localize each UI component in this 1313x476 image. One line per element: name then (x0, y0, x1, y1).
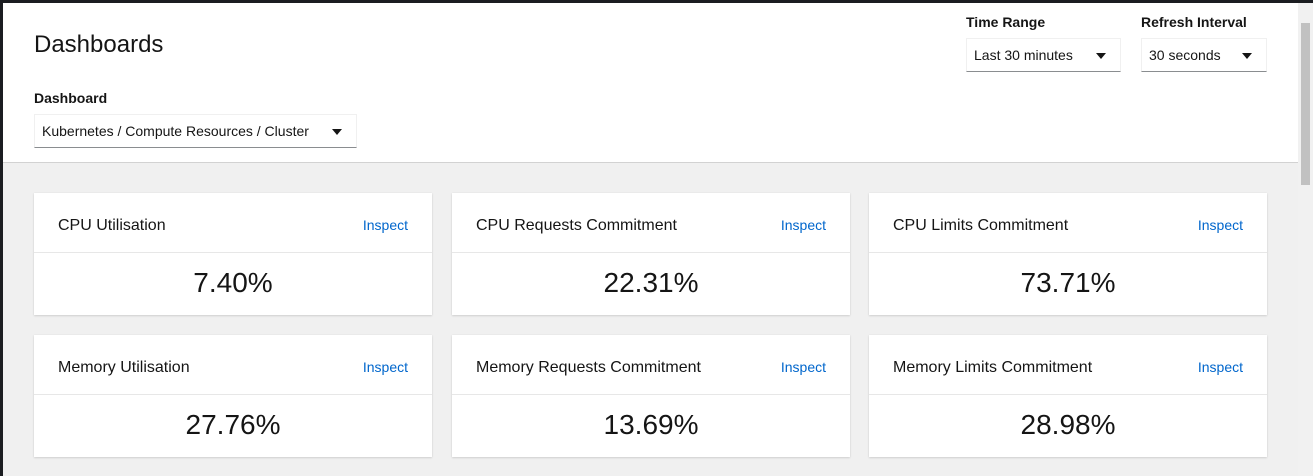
refresh-interval-value: 30 seconds (1149, 47, 1221, 63)
vertical-scrollbar[interactable] (1298, 3, 1313, 476)
inspect-link[interactable]: Inspect (1198, 359, 1243, 375)
card-value: 28.98% (1020, 409, 1116, 440)
page-title: Dashboards (34, 31, 164, 58)
cpu-limits-commitment-card: CPU Limits Commitment Inspect 73.71% (869, 193, 1267, 315)
card-header: Memory Utilisation Inspect (34, 335, 432, 395)
card-value: 27.76% (185, 409, 281, 440)
dashboards-page: Dashboards Time Range Last 30 minutes Re… (3, 3, 1298, 476)
memory-limits-commitment-card: Memory Limits Commitment Inspect 28.98% (869, 335, 1267, 457)
card-value: 73.71% (1020, 267, 1116, 298)
card-header: CPU Utilisation Inspect (34, 193, 432, 253)
cpu-requests-commitment-card: CPU Requests Commitment Inspect 22.31% (452, 193, 850, 315)
card-title: Memory Requests Commitment (476, 359, 701, 376)
card-header: Memory Limits Commitment Inspect (869, 335, 1267, 395)
card-header: CPU Limits Commitment Inspect (869, 193, 1267, 253)
dashboard-value: Kubernetes / Compute Resources / Cluster (42, 123, 309, 139)
card-title: Memory Utilisation (58, 359, 190, 376)
caret-down-icon (1096, 53, 1106, 59)
memory-requests-commitment-card: Memory Requests Commitment Inspect 13.69… (452, 335, 850, 457)
dashboard-label: Dashboard (34, 90, 108, 106)
card-title: CPU Limits Commitment (893, 217, 1069, 234)
caret-down-icon (332, 129, 342, 135)
dashboard-dropdown[interactable]: Kubernetes / Compute Resources / Cluster (34, 114, 357, 148)
card-title: CPU Utilisation (58, 217, 166, 234)
inspect-link[interactable]: Inspect (363, 359, 408, 375)
scrollbar-thumb[interactable] (1301, 23, 1310, 185)
card-value: 13.69% (603, 409, 699, 440)
time-range-label: Time Range (966, 14, 1046, 30)
card-title: Memory Limits Commitment (893, 359, 1093, 376)
inspect-link[interactable]: Inspect (781, 217, 826, 233)
page-header: Dashboards Time Range Last 30 minutes Re… (3, 3, 1298, 163)
card-header: CPU Requests Commitment Inspect (452, 193, 850, 253)
inspect-link[interactable]: Inspect (1198, 217, 1243, 233)
card-header: Memory Requests Commitment Inspect (452, 335, 850, 395)
card-value: 7.40% (193, 267, 273, 298)
card-value: 22.31% (603, 267, 699, 298)
caret-down-icon (1242, 53, 1252, 59)
cpu-utilisation-card: CPU Utilisation Inspect 7.40% (34, 193, 432, 315)
refresh-interval-label: Refresh Interval (1141, 14, 1247, 30)
card-title: CPU Requests Commitment (476, 217, 677, 234)
refresh-interval-dropdown[interactable]: 30 seconds (1141, 38, 1267, 72)
memory-utilisation-card: Memory Utilisation Inspect 27.76% (34, 335, 432, 457)
inspect-link[interactable]: Inspect (781, 359, 826, 375)
inspect-link[interactable]: Inspect (363, 217, 408, 233)
time-range-dropdown[interactable]: Last 30 minutes (966, 38, 1121, 72)
time-range-value: Last 30 minutes (974, 47, 1073, 63)
